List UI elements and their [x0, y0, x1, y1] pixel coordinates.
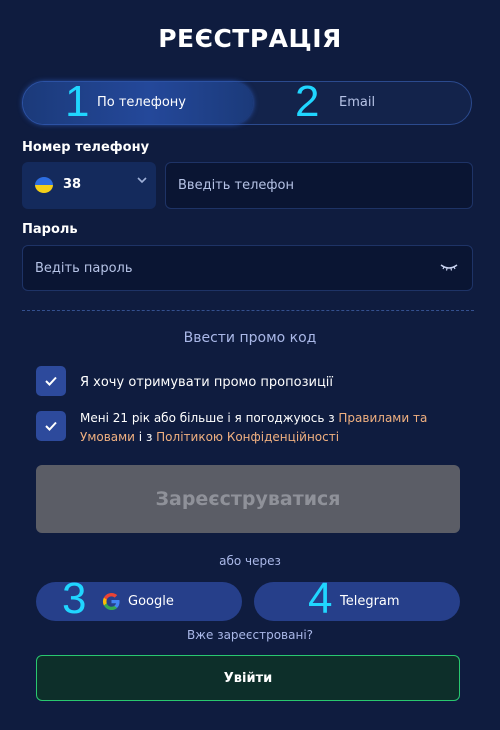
tab-email[interactable]: Email	[339, 95, 375, 110]
promo-checkbox[interactable]	[36, 366, 66, 396]
terms-checkbox[interactable]	[36, 411, 66, 441]
chevron-down-icon	[136, 174, 148, 190]
auth-method-tabs: 1 По телефону 2 Email	[22, 77, 472, 126]
terms-text: Мені 21 рік або більше і я погоджуюсь з	[80, 411, 339, 425]
password-input[interactable]	[23, 246, 472, 290]
ukraine-flag-icon	[35, 177, 53, 193]
phone-input[interactable]	[166, 163, 472, 208]
eye-closed-icon[interactable]	[440, 259, 458, 278]
privacy-link[interactable]: Політикою Конфіденційності	[156, 430, 339, 444]
or-label: або через	[219, 554, 281, 568]
telegram-button[interactable]: 4 Telegram	[254, 574, 460, 623]
tab-phone-number: 1	[65, 77, 90, 126]
google-icon	[102, 592, 121, 615]
already-registered-label: Вже зареєстровані?	[186, 628, 314, 642]
terms-checkbox-label: Мені 21 рік або більше і я погоджуюсь з …	[80, 409, 460, 447]
phone-field[interactable]	[165, 162, 473, 209]
register-button[interactable]: Зареєструватися	[36, 465, 460, 533]
check-icon	[45, 376, 57, 386]
terms-text-mid: і з	[134, 430, 157, 444]
tab-email-number: 2	[295, 77, 320, 126]
phone-label: Номер телефону	[22, 140, 150, 155]
country-code-select[interactable]: 38	[22, 162, 156, 209]
password-field[interactable]	[22, 245, 473, 291]
promo-code-link[interactable]: Ввести промо код	[0, 330, 500, 346]
telegram-number: 4	[308, 574, 333, 623]
country-code: 38	[63, 177, 82, 192]
check-icon	[45, 421, 57, 431]
login-button[interactable]: Увійти	[36, 655, 460, 701]
google-label: Google	[128, 594, 174, 609]
promo-checkbox-label: Я хочу отримувати промо пропозиції	[80, 375, 334, 390]
tab-phone-label[interactable]: По телефону	[97, 95, 186, 110]
google-button[interactable]: 3 Google	[36, 574, 242, 623]
password-label: Пароль	[22, 222, 78, 237]
telegram-label: Telegram	[340, 594, 400, 609]
divider	[22, 310, 474, 311]
google-number: 3	[62, 574, 87, 623]
page-title: РЕЄСТРАЦІЯ	[158, 24, 342, 53]
